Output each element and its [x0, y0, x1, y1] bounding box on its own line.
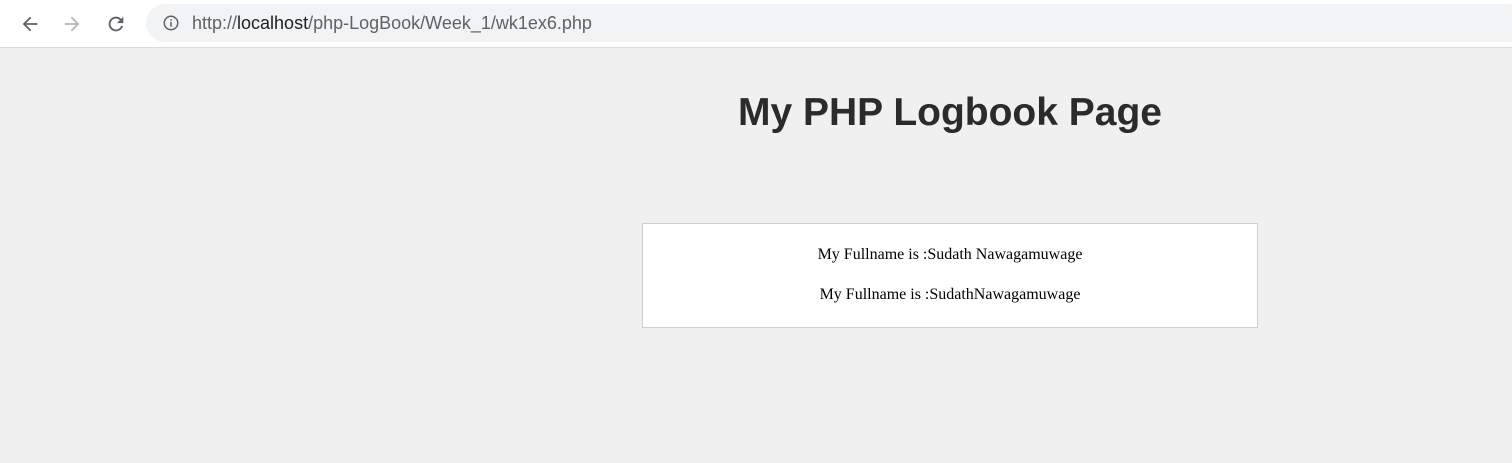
- back-button[interactable]: [14, 8, 46, 40]
- fullname-line: My Fullname is :SudathNawagamuwage: [819, 286, 1081, 303]
- url-path: /php-LogBook/Week_1/wk1ex6.php: [308, 13, 592, 33]
- info-icon[interactable]: [162, 14, 180, 32]
- address-bar[interactable]: http://localhost/php-LogBook/Week_1/wk1e…: [146, 4, 1512, 42]
- reload-button[interactable]: [100, 8, 132, 40]
- url-scheme: http://: [192, 13, 238, 33]
- forward-button[interactable]: [56, 8, 88, 40]
- arrow-left-icon: [22, 16, 38, 32]
- fullname-line: My Fullname is :Sudath Nawagamuwage: [817, 246, 1083, 263]
- output-box: My Fullname is :Sudath Nawagamuwage My F…: [642, 223, 1258, 328]
- url-text[interactable]: http://localhost/php-LogBook/Week_1/wk1e…: [192, 13, 592, 33]
- page-title: My PHP Logbook Page: [737, 91, 1162, 134]
- url-host: localhost: [237, 13, 309, 33]
- browser-toolbar: http://localhost/php-LogBook/Week_1/wk1e…: [0, 0, 1512, 48]
- arrow-right-icon: [64, 16, 80, 32]
- reload-icon: [108, 16, 124, 32]
